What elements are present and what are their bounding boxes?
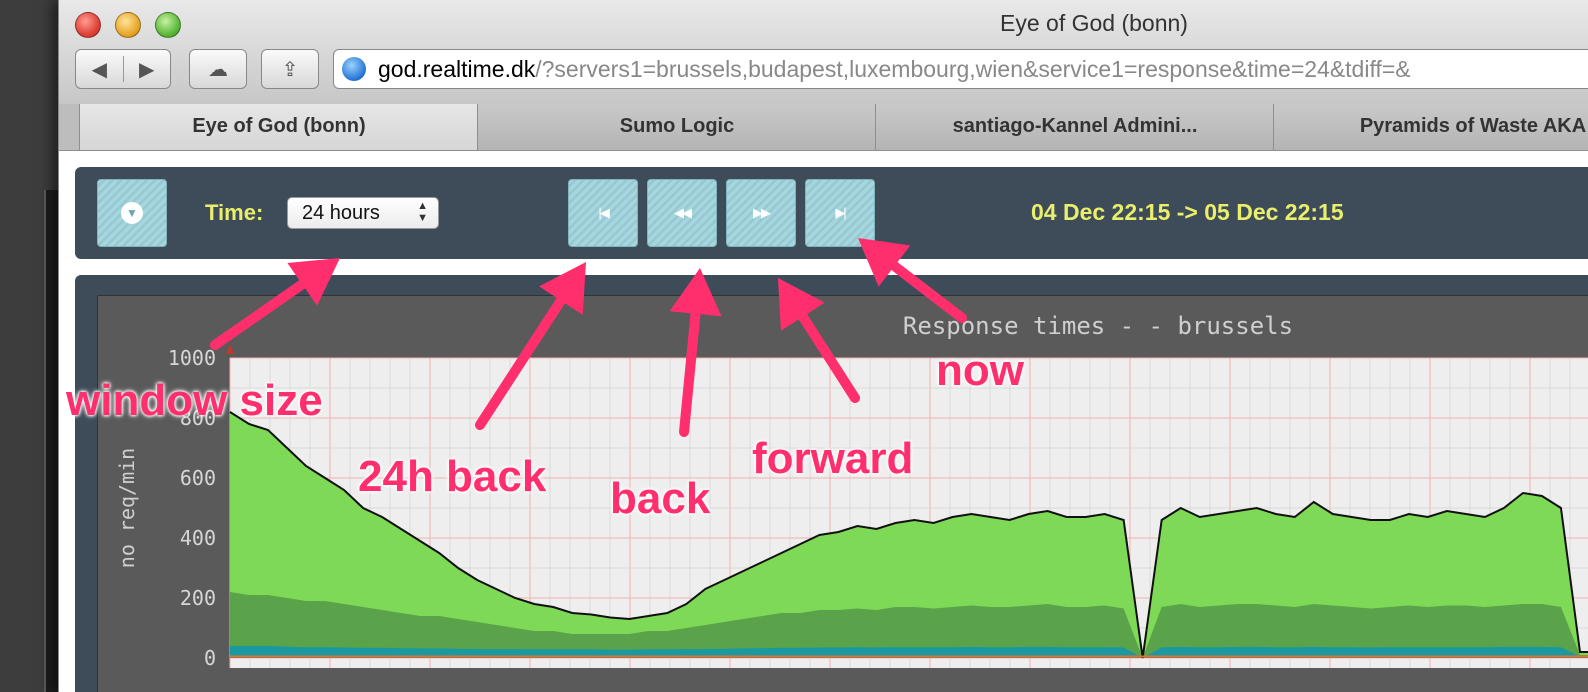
time-range-label: 04 Dec 22:15 -> 05 Dec 22:15: [1031, 199, 1344, 225]
chevron-down-icon: ▼: [121, 202, 143, 224]
annotation-back: back: [610, 474, 711, 523]
icloud-tabs-button[interactable]: ☁: [189, 49, 247, 89]
annotation-24h-back: 24h back: [358, 452, 547, 501]
chart-frame: Response times - - brussels no req/min 0 20…: [97, 295, 1588, 692]
y-axis-label: no req/min: [115, 448, 139, 568]
y-tick-label: 200: [180, 586, 216, 610]
share-icon: ⇪: [281, 58, 299, 81]
response-times-chart: Response times - - brussels no req/min 0 20…: [115, 312, 1588, 670]
jump-to-now-button[interactable]: ▶|: [805, 179, 875, 247]
y-tick-label: 600: [180, 466, 216, 490]
y-tick-label: 0: [204, 646, 216, 670]
axis-arrow-icon: [226, 344, 234, 354]
back-arrow-icon[interactable]: ◀: [76, 57, 123, 82]
time-window-value: 24 hours: [302, 202, 380, 224]
chart-title: Response times - - brussels: [903, 312, 1293, 340]
y-tick-label: 1000: [168, 346, 216, 370]
step-back-button[interactable]: ◀◀: [647, 179, 717, 247]
step-forward-button[interactable]: ▶▶: [726, 179, 796, 247]
menu-toggle-button[interactable]: ▼: [97, 179, 167, 247]
tab-pyramids-of-waste[interactable]: Pyramids of Waste AKA: [1273, 104, 1588, 150]
url-path: /?servers1=brussels,budapest,luxembourg,…: [535, 55, 1411, 82]
skip-forward-icon: ▶|: [835, 205, 846, 220]
title-bar: Eye of God (bonn) ◀ ▶ ☁ ⇪ god.realtime.d…: [59, 0, 1588, 105]
globe-icon: [342, 57, 366, 81]
share-button[interactable]: ⇪: [261, 49, 319, 89]
annotation-window-size: window size: [66, 376, 323, 425]
fast-forward-icon: ▶▶: [753, 205, 771, 220]
browser-window: Eye of God (bonn) ◀ ▶ ☁ ⇪ god.realtime.d…: [58, 0, 1588, 692]
address-bar[interactable]: god.realtime.dk/?servers1=brussels,budap…: [333, 49, 1588, 89]
skip-back-icon: |◀: [598, 205, 609, 220]
y-tick-label: 400: [180, 526, 216, 550]
jump-back-24h-button[interactable]: |◀: [568, 179, 638, 247]
tab-bar: Eye of God (bonn) Sumo Logic santiago-Ka…: [59, 104, 1588, 151]
tab-kannel-admin[interactable]: santiago-Kannel Admini...: [875, 104, 1275, 150]
tab-eye-of-god[interactable]: Eye of God (bonn): [79, 104, 479, 150]
window-title: Eye of God (bonn): [1000, 10, 1188, 36]
tab-sumo-logic[interactable]: Sumo Logic: [477, 104, 877, 150]
history-nav-buttons: ◀ ▶: [75, 49, 171, 89]
control-panel: ▼ Time: 24 hours ▲ ▼ |◀ ◀◀ ▶▶ ▶| 04 Dec 2…: [75, 167, 1588, 259]
forward-arrow-icon[interactable]: ▶: [123, 57, 170, 82]
annotation-forward: forward: [752, 434, 914, 483]
time-window-select[interactable]: 24 hours ▲ ▼: [287, 197, 439, 229]
time-label: Time:: [205, 200, 264, 225]
url-host: god.realtime.dk: [378, 55, 536, 82]
rewind-icon: ◀◀: [674, 205, 692, 220]
cloud-icon: ☁: [208, 58, 228, 81]
annotation-now: now: [936, 346, 1024, 395]
select-arrows-icon: ▲ ▼: [417, 200, 428, 224]
